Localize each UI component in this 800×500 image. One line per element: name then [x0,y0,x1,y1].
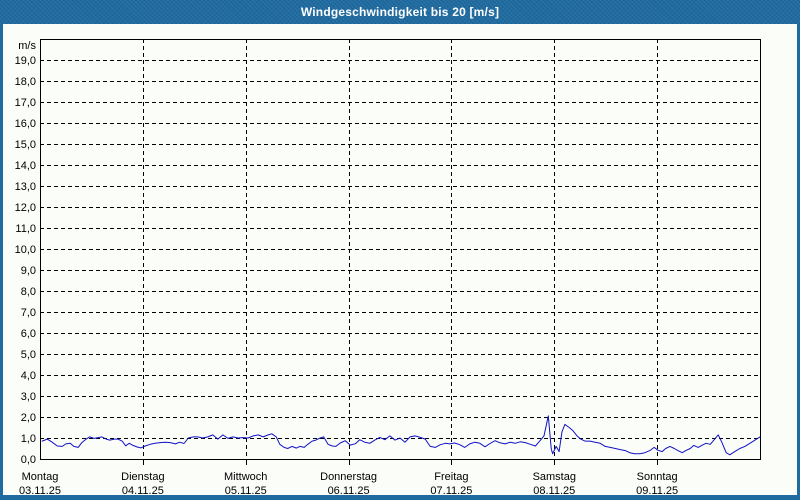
x-axis-date-label: 04.11.25 [122,485,164,497]
x-axis-day-label: Mittwoch [224,471,267,483]
y-axis-tick-label: 1,0 [21,433,36,445]
y-axis-tick-label: 3,0 [21,391,36,403]
y-axis-tick-label: 8,0 [21,286,36,298]
x-axis-day-label: Donnerstag [320,471,377,483]
wind-speed-line [41,415,761,456]
wind-speed-chart: 0,0 1,0 2,0 3,0 4,0 5,0 6,0 7,0 8,0 9,0 10,0 11,0 12… [15,39,761,497]
y-axis-tick-label: 14,0 [15,160,36,172]
y-axis-tick-label: 2,0 [21,412,36,424]
y-axis-tick-label: 13,0 [15,181,36,193]
x-axis-day-label: Dienstag [121,471,164,483]
gridlines [40,39,760,459]
y-axis-unit-label: m/s [18,40,36,52]
y-axis-tick-label: 15,0 [15,139,36,151]
x-axis-day-label: Sonntag [637,471,678,483]
y-axis-tick-label: 10,0 [15,244,36,256]
y-axis-tick-label: 0,0 [21,454,36,466]
x-axis-date-label: 07.11.25 [430,485,472,497]
x-axis-ticks [143,460,658,465]
y-axis-tick-label: 19,0 [15,55,36,67]
y-axis-tick-label: 12,0 [15,202,36,214]
x-axis-date-label: 08.11.25 [533,485,575,497]
y-axis-tick-label: 17,0 [15,97,36,109]
x-axis-day-label: Samstag [533,471,576,483]
y-axis-tick-label: 5,0 [21,349,36,361]
x-axis-day-label: Montag [22,471,59,483]
y-axis-tick-label: 18,0 [15,76,36,88]
x-axis-day-label: Freitag [434,471,468,483]
y-axis-labels: 0,0 1,0 2,0 3,0 4,0 5,0 6,0 7,0 8,0 9,0 10,0 11,0 12… [15,40,37,466]
chart-window: Windgeschwindigkeit bis 20 [m/s] 0,0 1,0 2… [0,0,800,500]
x-axis-labels: Montag 03.11.25 Dienstag 04.11.25 Mittwoch 05… [19,471,678,497]
x-axis-date-label: 06.11.25 [328,485,370,497]
x-axis-date-label: 05.11.25 [225,485,267,497]
y-axis-tick-label: 11,0 [15,223,36,235]
y-axis-tick-label: 9,0 [21,265,36,277]
x-axis-date-label: 03.11.25 [19,485,61,497]
y-axis-tick-label: 7,0 [21,307,36,319]
y-axis-tick-label: 6,0 [21,328,36,340]
y-axis-tick-label: 16,0 [15,118,36,130]
y-axis-tick-label: 4,0 [21,370,36,382]
x-axis-date-label: 09.11.25 [636,485,678,497]
